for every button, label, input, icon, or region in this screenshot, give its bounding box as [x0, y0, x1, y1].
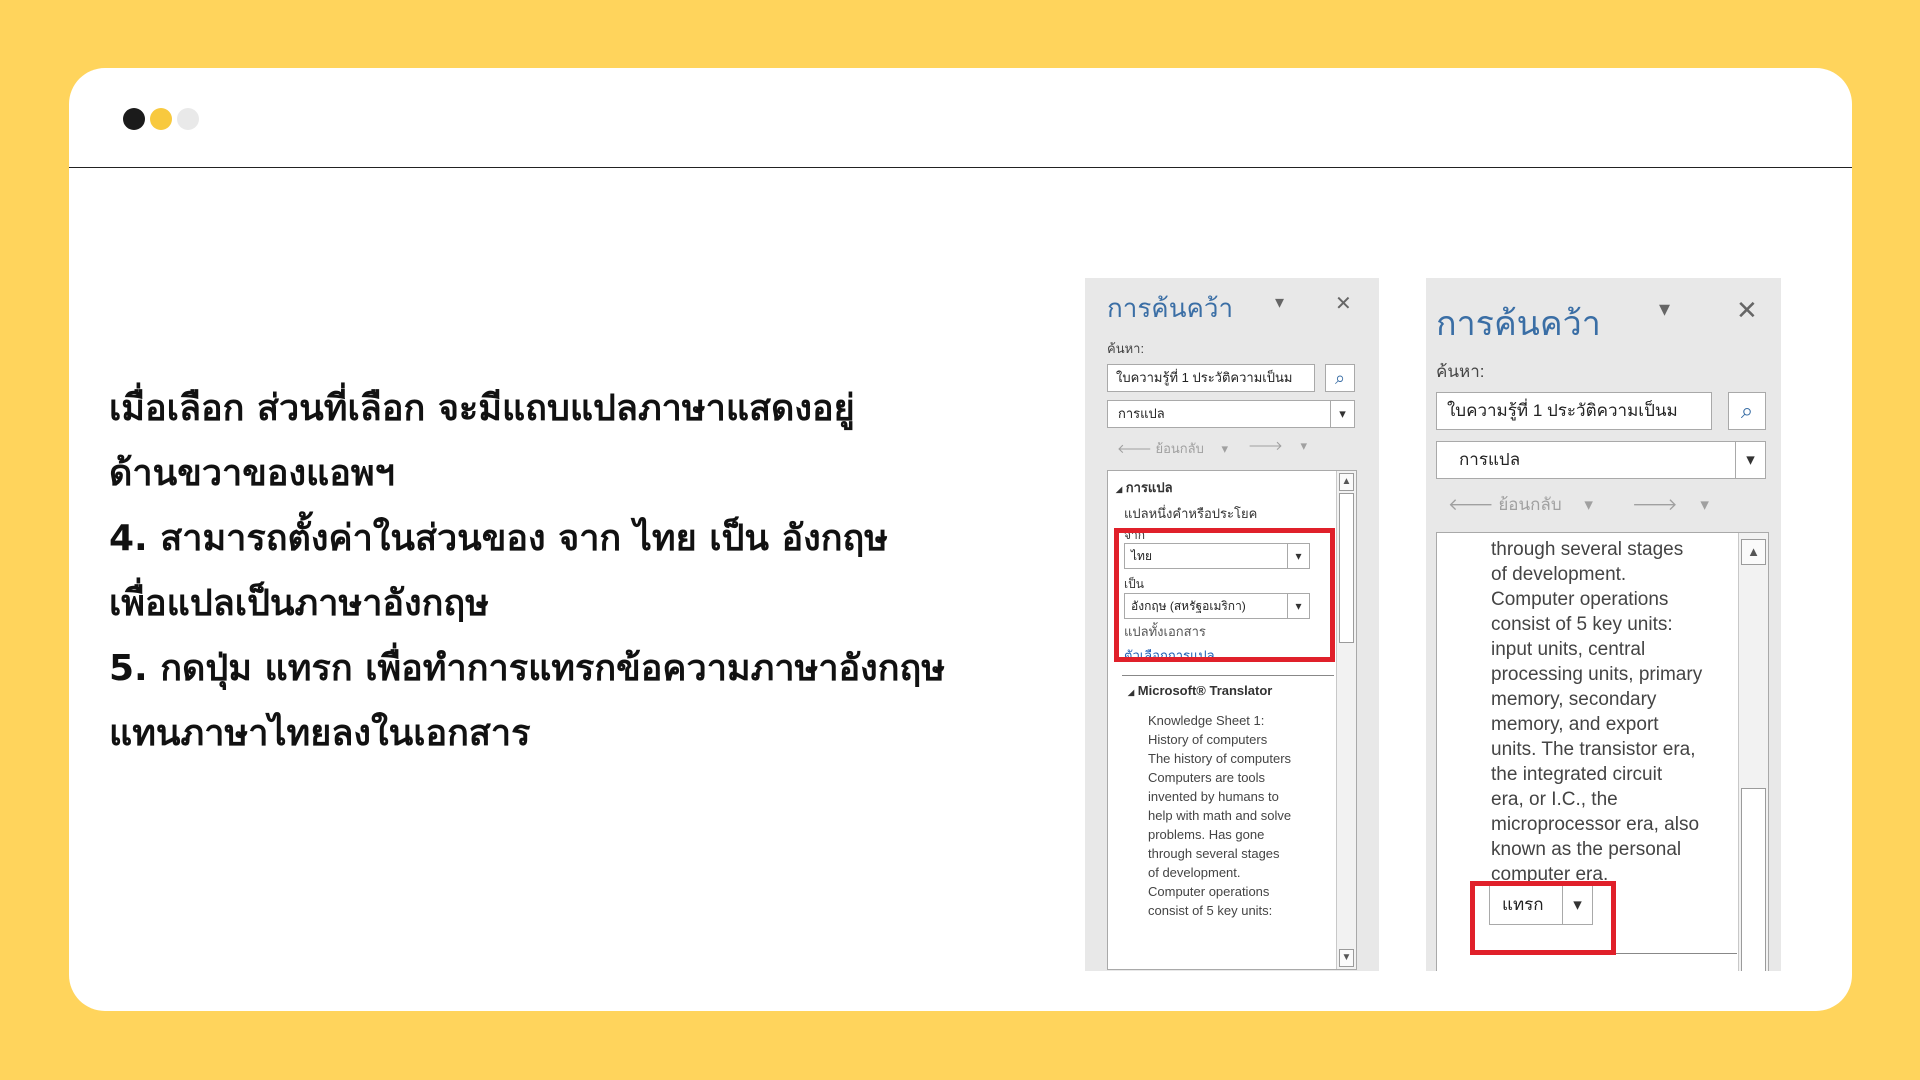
result-line: Computer operations — [1148, 884, 1270, 899]
language-highlight-box — [1114, 528, 1335, 662]
section-divider — [1122, 675, 1334, 676]
service-value: การแปล — [1459, 450, 1521, 469]
result-line: help with math and solve — [1148, 808, 1292, 823]
search-icon: ⌕ — [1334, 368, 1346, 388]
search-label: ค้นหา: — [1107, 341, 1145, 356]
translation-result: through several stages of development. C… — [1491, 537, 1702, 887]
search-button[interactable]: ⌕ — [1728, 392, 1766, 430]
result-line: problems. Has gone — [1148, 827, 1265, 842]
service-select[interactable]: การแปล ▾ — [1107, 400, 1355, 428]
search-input[interactable]: ใบความรู้ที่ 1 ประวัติความเป็นม — [1107, 364, 1315, 392]
chevron-down-icon: ▾ — [1330, 401, 1354, 427]
instruction-line: แทนภาษาไทยลงในเอกสาร — [109, 713, 531, 754]
search-value: ใบความรู้ที่ 1 ประวัติความเป็นม — [1116, 370, 1293, 385]
result-line: memory, and export — [1491, 714, 1659, 735]
forward-dropdown-icon: ▾ — [1300, 438, 1308, 453]
scroll-down-button[interactable]: ▼ — [1339, 949, 1354, 967]
collapse-icon: ◢ — [1116, 485, 1123, 494]
scroll-up-button[interactable]: ▲ — [1339, 473, 1354, 491]
forward-arrow-icon: 🡒 — [1632, 495, 1678, 514]
scrollbar[interactable]: ▲ — [1738, 533, 1768, 971]
chevron-down-icon: ▾ — [1735, 442, 1765, 478]
ms-translator-header[interactable]: ◢ Microsoft® Translator — [1128, 683, 1272, 698]
result-line: History of computers — [1148, 732, 1268, 747]
close-icon[interactable]: ✕ — [1335, 291, 1352, 316]
search-button[interactable]: ⌕ — [1325, 364, 1355, 392]
result-line: memory, secondary — [1491, 689, 1657, 710]
instruction-line: เมื่อเลือก ส่วนที่เลือก จะมีแถบแปลภาษาแส… — [109, 388, 855, 429]
translation-result: Knowledge Sheet 1: History of computers … — [1148, 711, 1291, 920]
pane-title: การค้นคว้า — [1436, 305, 1601, 343]
result-line: Knowledge Sheet 1: — [1148, 713, 1265, 728]
result-line: consist of 5 key units: — [1491, 614, 1673, 635]
instruction-line: เพื่อแปลเป็นภาษาอังกฤษ — [109, 583, 489, 624]
result-line: Computers are tools — [1148, 770, 1266, 785]
research-pane-small: การค้นคว้า ▾ ✕ ค้นหา: ใบความรู้ที่ 1 ประ… — [1085, 278, 1379, 971]
translator-title: Microsoft® Translator — [1137, 683, 1273, 698]
instruction-text: เมื่อเลือก ส่วนที่เลือก จะมีแถบแปลภาษาแส… — [109, 376, 1139, 766]
back-label: ย้อนกลับ — [1155, 441, 1204, 456]
instruction-line: ด้านขวาของแอพฯ — [109, 453, 395, 494]
scroll-thumb[interactable] — [1339, 493, 1354, 643]
scroll-up-button[interactable]: ▲ — [1741, 539, 1766, 565]
result-line: the integrated circuit — [1491, 764, 1663, 785]
forward-button[interactable]: 🡒 ▾ — [1248, 438, 1307, 454]
search-input[interactable]: ใบความรู้ที่ 1 ประวัติความเป็นม — [1436, 392, 1712, 430]
result-line: era, or I.C., the — [1491, 789, 1618, 810]
result-line: The history of computers — [1148, 751, 1292, 766]
result-line: known as the personal — [1491, 839, 1682, 860]
back-dropdown-icon: ▾ — [1221, 441, 1229, 456]
scroll-thumb[interactable] — [1741, 788, 1766, 971]
forward-arrow-icon: 🡒 — [1248, 438, 1283, 453]
search-value: ใบความรู้ที่ 1 ประวัติความเป็นม — [1447, 401, 1678, 420]
result-line: input units, central — [1491, 639, 1646, 660]
back-button[interactable]: 🡐 ย้อนกลับ ▾ — [1117, 438, 1228, 459]
window-dot-gray — [177, 108, 199, 130]
close-icon[interactable]: ✕ — [1736, 295, 1758, 326]
back-dropdown-icon: ▾ — [1584, 495, 1593, 514]
instruction-line: 4. สามารถตั้งค่าในส่วนของ จาก ไทย เป็น อ… — [109, 518, 889, 559]
instruction-line: 5. กดปุ่ม แทรก เพื่อทำการแทรกข้อความภาษา… — [109, 648, 946, 689]
service-value: การแปล — [1118, 406, 1165, 421]
result-line: through several stages — [1491, 539, 1684, 560]
result-line: through several stages — [1148, 846, 1280, 861]
insert-highlight-box — [1470, 881, 1616, 955]
forward-dropdown-icon: ▾ — [1700, 495, 1709, 514]
result-line: of development. — [1148, 865, 1241, 880]
back-button[interactable]: 🡐 ย้อนกลับ ▾ — [1448, 490, 1593, 520]
section-translation-header[interactable]: ◢ การแปล — [1116, 477, 1173, 498]
card-header — [69, 68, 1852, 168]
result-line: processing units, primary — [1491, 664, 1703, 685]
search-label: ค้นหา: — [1436, 362, 1485, 381]
translate-word-label: แปลหนึ่งคำหรือประโยค — [1124, 506, 1258, 521]
pane-menu-icon[interactable]: ▾ — [1275, 292, 1284, 313]
result-line: microprocessor era, also — [1491, 814, 1700, 835]
result-line: Computer operations — [1491, 589, 1669, 610]
research-pane-large: การค้นคว้า ▾ ✕ ค้นหา: ใบความรู้ที่ 1 ประ… — [1426, 278, 1781, 971]
result-line: units. The transistor era, — [1491, 739, 1696, 760]
window-dot-black — [123, 108, 145, 130]
result-line: invented by humans to — [1148, 789, 1279, 804]
back-label: ย้อนกลับ — [1498, 495, 1562, 514]
section-title: การแปล — [1125, 480, 1173, 495]
collapse-icon: ◢ — [1128, 688, 1135, 697]
back-arrow-icon: 🡐 — [1117, 441, 1152, 456]
result-line: consist of 5 key units: — [1148, 903, 1273, 918]
result-line: of development. — [1491, 564, 1627, 585]
pane-menu-icon[interactable]: ▾ — [1659, 296, 1670, 322]
back-arrow-icon: 🡐 — [1448, 495, 1494, 514]
window-dot-yellow — [150, 108, 172, 130]
scrollbar[interactable]: ▲ ▼ — [1336, 471, 1356, 969]
pane-title: การค้นคว้า — [1107, 293, 1234, 323]
search-icon: ⌕ — [1740, 398, 1754, 423]
service-select[interactable]: การแปล ▾ — [1436, 441, 1766, 479]
forward-button[interactable]: 🡒 ▾ — [1632, 490, 1709, 520]
